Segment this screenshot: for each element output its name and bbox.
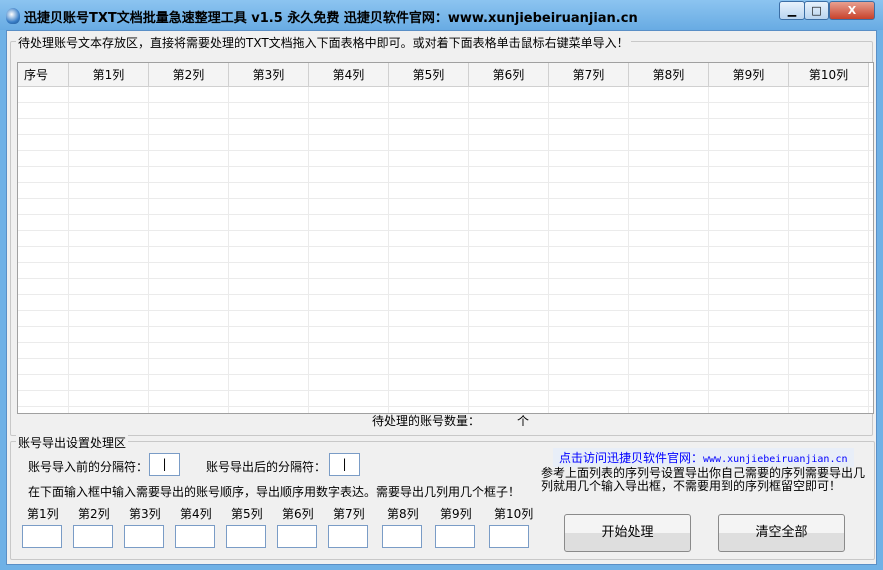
grid-rows[interactable] xyxy=(18,87,873,413)
order-input[interactable] xyxy=(435,525,475,548)
start-process-button[interactable]: 开始处理 xyxy=(564,514,691,552)
order-label: 第5列 xyxy=(231,507,263,521)
description-text: 参考上面列表的序列号设置导出你自己需要的序列需要导出几列就用几个输入导出框，不需… xyxy=(541,466,866,493)
export-group-label: 账号导出设置处理区 xyxy=(16,434,129,451)
order-input[interactable] xyxy=(124,525,164,548)
sep-after-input[interactable]: | xyxy=(329,453,360,476)
column-header[interactable]: 第6列 xyxy=(469,63,549,87)
close-button[interactable]: X xyxy=(829,1,875,20)
instruction-text: 在下面输入框中输入需要导出的账号顺序，导出顺序用数字表达。需要导出几列用几个框子… xyxy=(28,485,521,499)
order-input[interactable] xyxy=(73,525,113,548)
title-bar: 迅捷贝账号TXT文档批量急速整理工具 v1.5 永久免费 迅捷贝软件官网：www… xyxy=(0,0,883,30)
column-header[interactable]: 第8列 xyxy=(629,63,709,87)
sep-before-input[interactable]: | xyxy=(149,453,180,476)
column-header[interactable]: 第3列 xyxy=(229,63,309,87)
column-header[interactable]: 第4列 xyxy=(309,63,389,87)
order-input[interactable] xyxy=(382,525,422,548)
column-header[interactable]: 第10列 xyxy=(789,63,869,87)
order-input[interactable] xyxy=(175,525,215,548)
column-divider xyxy=(68,87,69,413)
column-header[interactable]: 第7列 xyxy=(549,63,629,87)
order-input[interactable] xyxy=(226,525,266,548)
column-divider xyxy=(148,87,149,413)
account-grid[interactable]: 序号 第1列 第2列 第3列 第4列 第5列 第6列 第7列 第8列 第9列 第10列 xyxy=(17,62,874,414)
minimize-button[interactable]: ▁ xyxy=(779,1,805,20)
sep-before-label: 账号导入前的分隔符： xyxy=(28,460,149,474)
column-divider xyxy=(708,87,709,413)
column-header[interactable]: 第2列 xyxy=(149,63,229,87)
column-header[interactable]: 序号 xyxy=(18,63,69,87)
column-divider xyxy=(468,87,469,413)
export-group: 账号导出设置处理区 账号导入前的分隔符： | 账号导出后的分隔符： | 在下面输… xyxy=(10,434,875,560)
order-label: 第7列 xyxy=(333,507,365,521)
order-input[interactable] xyxy=(277,525,317,548)
order-label: 第10列 xyxy=(494,507,534,521)
sep-after-label: 账号导出后的分隔符： xyxy=(206,460,327,474)
order-label: 第1列 xyxy=(27,507,59,521)
column-header[interactable]: 第9列 xyxy=(709,63,789,87)
column-header[interactable]: 第5列 xyxy=(389,63,469,87)
column-divider xyxy=(788,87,789,413)
order-label: 第6列 xyxy=(282,507,314,521)
order-label: 第2列 xyxy=(78,507,110,521)
order-label: 第4列 xyxy=(180,507,212,521)
column-divider xyxy=(548,87,549,413)
grid-header: 序号 第1列 第2列 第3列 第4列 第5列 第6列 第7列 第8列 第9列 第10列 xyxy=(18,63,869,87)
import-group-label: 待处理账号文本存放区，直接将需要处理的TXT文档拖入下面表格中即可。或对着下面表… xyxy=(16,34,631,51)
link-text: 点击访问迅捷贝软件官网： xyxy=(559,451,704,465)
clear-all-button[interactable]: 清空全部 xyxy=(718,514,845,552)
column-divider xyxy=(228,87,229,413)
column-divider xyxy=(628,87,629,413)
order-label: 第3列 xyxy=(129,507,161,521)
order-label: 第9列 xyxy=(440,507,472,521)
order-label: 第8列 xyxy=(387,507,419,521)
column-divider xyxy=(388,87,389,413)
client-area: 待处理账号文本存放区，直接将需要处理的TXT文档拖入下面表格中即可。或对着下面表… xyxy=(6,30,877,565)
import-group: 待处理账号文本存放区，直接将需要处理的TXT文档拖入下面表格中即可。或对着下面表… xyxy=(10,34,874,436)
order-input[interactable] xyxy=(328,525,368,548)
column-divider xyxy=(868,87,869,413)
count-unit: 个 xyxy=(517,414,530,428)
window-title: 迅捷贝账号TXT文档批量急速整理工具 v1.5 永久免费 迅捷贝软件官网：www… xyxy=(24,11,638,26)
website-link[interactable]: 点击访问迅捷贝软件官网：www.xunjiebeiruanjian.cn xyxy=(553,448,854,467)
column-header[interactable]: 第1列 xyxy=(69,63,149,87)
app-icon xyxy=(6,8,20,24)
count-label: 待处理的账号数量： xyxy=(372,414,481,428)
order-input[interactable] xyxy=(489,525,529,548)
maximize-button[interactable]: □ xyxy=(804,1,829,20)
order-input[interactable] xyxy=(22,525,62,548)
link-url: www.xunjiebeiruanjian.cn xyxy=(703,454,848,465)
column-divider xyxy=(308,87,309,413)
